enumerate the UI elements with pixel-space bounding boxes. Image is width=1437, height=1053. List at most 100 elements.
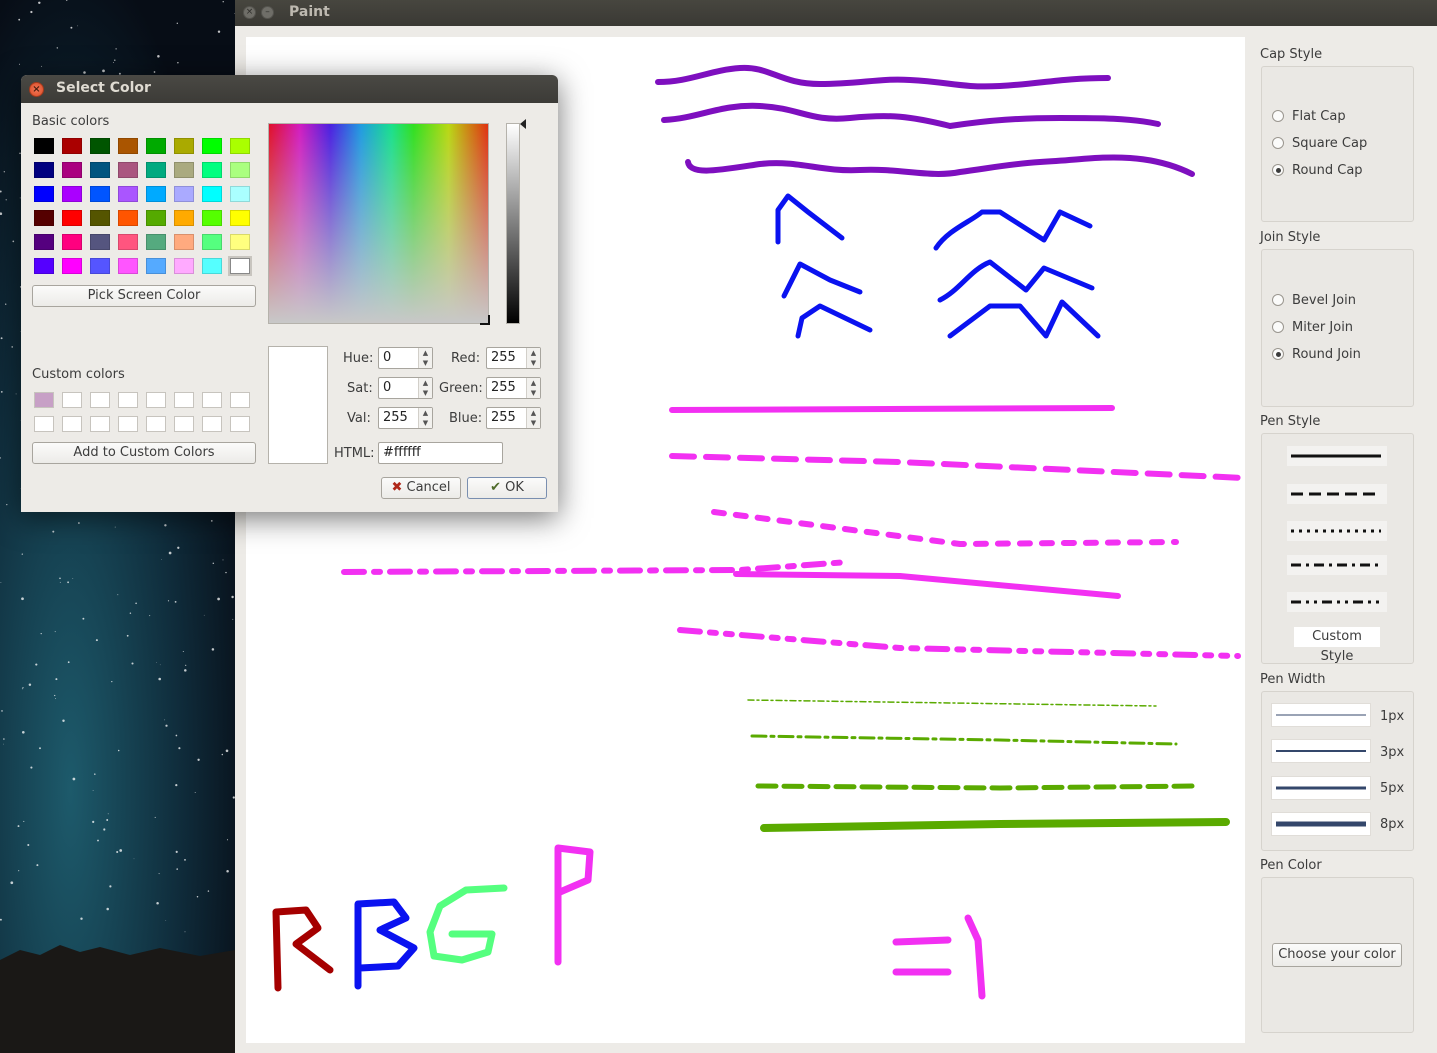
custom-color-swatch[interactable] xyxy=(90,392,110,408)
up-arrow-icon[interactable]: ▲ xyxy=(527,378,540,388)
basic-color-swatch[interactable] xyxy=(174,258,194,274)
up-arrow-icon[interactable]: ▲ xyxy=(419,348,432,358)
basic-color-swatch[interactable] xyxy=(146,210,166,226)
custom-color-swatch[interactable] xyxy=(90,416,110,432)
custom-color-swatch[interactable] xyxy=(34,416,54,432)
basic-color-swatch[interactable] xyxy=(34,234,54,250)
basic-color-swatch[interactable] xyxy=(118,186,138,202)
basic-color-swatch[interactable] xyxy=(146,162,166,178)
basic-color-swatch[interactable] xyxy=(230,138,250,154)
pen-style-dash-dot-dot[interactable] xyxy=(1287,592,1387,612)
down-arrow-icon[interactable]: ▼ xyxy=(419,358,432,368)
basic-color-swatch[interactable] xyxy=(202,138,222,154)
basic-color-swatch[interactable] xyxy=(202,186,222,202)
custom-color-swatch[interactable] xyxy=(62,392,82,408)
picker-crosshair[interactable] xyxy=(480,315,490,325)
up-arrow-icon[interactable]: ▲ xyxy=(527,408,540,418)
basic-color-swatch[interactable] xyxy=(174,186,194,202)
custom-style-button[interactable]: Custom Style xyxy=(1294,627,1380,664)
basic-color-swatch[interactable] xyxy=(202,210,222,226)
basic-color-swatch[interactable] xyxy=(62,258,82,274)
radio-round-cap[interactable]: Round Cap xyxy=(1272,161,1363,179)
basic-color-swatch[interactable] xyxy=(118,258,138,274)
basic-color-swatch[interactable] xyxy=(174,162,194,178)
pen-style-solid[interactable] xyxy=(1287,446,1387,466)
sat-spinbox[interactable]: 0 ▲ ▼ xyxy=(378,377,433,399)
basic-color-swatch[interactable] xyxy=(118,162,138,178)
basic-color-swatch[interactable] xyxy=(90,186,110,202)
basic-color-swatch[interactable] xyxy=(146,258,166,274)
radio-indicator[interactable] xyxy=(1272,294,1284,306)
basic-color-swatch[interactable] xyxy=(202,258,222,274)
basic-color-swatch[interactable] xyxy=(90,234,110,250)
spin-arrows[interactable]: ▲ ▼ xyxy=(418,348,432,368)
dialog-close-button[interactable]: × xyxy=(29,82,44,97)
up-arrow-icon[interactable]: ▲ xyxy=(419,378,432,388)
pen-style-dot[interactable] xyxy=(1287,521,1387,541)
value-slider[interactable] xyxy=(506,123,520,324)
value-slider-handle-icon[interactable] xyxy=(520,119,526,129)
cancel-button[interactable]: ✖ Cancel xyxy=(381,477,461,499)
basic-color-swatch[interactable] xyxy=(118,138,138,154)
spin-arrows[interactable]: ▲ ▼ xyxy=(526,378,540,398)
basic-color-swatch[interactable] xyxy=(146,138,166,154)
basic-color-swatch[interactable] xyxy=(174,138,194,154)
down-arrow-icon[interactable]: ▼ xyxy=(419,418,432,428)
add-to-custom-colors-button[interactable]: Add to Custom Colors xyxy=(32,442,256,464)
pen-style-dash-dot[interactable] xyxy=(1287,555,1387,575)
radio-indicator[interactable] xyxy=(1272,110,1284,122)
basic-color-swatch[interactable] xyxy=(34,186,54,202)
radio-indicator[interactable] xyxy=(1272,137,1284,149)
close-window-button[interactable]: × xyxy=(243,6,256,19)
custom-color-swatch[interactable] xyxy=(202,392,222,408)
pen-width-1px-swatch[interactable] xyxy=(1271,703,1371,727)
basic-color-swatch[interactable] xyxy=(146,234,166,250)
custom-color-swatch[interactable] xyxy=(146,416,166,432)
basic-color-swatch[interactable] xyxy=(34,162,54,178)
up-arrow-icon[interactable]: ▲ xyxy=(527,348,540,358)
basic-color-swatch[interactable] xyxy=(62,138,82,154)
basic-color-swatch[interactable] xyxy=(90,138,110,154)
basic-color-swatch[interactable] xyxy=(230,162,250,178)
basic-color-swatch[interactable] xyxy=(230,234,250,250)
spin-arrows[interactable]: ▲ ▼ xyxy=(526,408,540,428)
val-spinbox[interactable]: 255 ▲ ▼ xyxy=(378,407,433,429)
pick-screen-color-button[interactable]: Pick Screen Color xyxy=(32,285,256,307)
up-arrow-icon[interactable]: ▲ xyxy=(419,408,432,418)
custom-color-swatch[interactable] xyxy=(118,392,138,408)
basic-color-swatch[interactable] xyxy=(62,186,82,202)
hue-saturation-picker[interactable] xyxy=(268,123,489,324)
basic-color-swatch[interactable] xyxy=(34,138,54,154)
basic-color-swatch[interactable] xyxy=(90,162,110,178)
spin-arrows[interactable]: ▲ ▼ xyxy=(526,348,540,368)
radio-square-cap[interactable]: Square Cap xyxy=(1272,134,1367,152)
down-arrow-icon[interactable]: ▼ xyxy=(527,358,540,368)
radio-indicator[interactable] xyxy=(1272,164,1284,176)
basic-color-swatch[interactable] xyxy=(34,258,54,274)
spin-arrows[interactable]: ▲ ▼ xyxy=(418,378,432,398)
basic-color-swatch[interactable] xyxy=(174,210,194,226)
html-color-input[interactable]: #ffffff xyxy=(378,442,503,464)
choose-color-button[interactable]: Choose your color xyxy=(1272,943,1402,967)
radio-flat-cap[interactable]: Flat Cap xyxy=(1272,107,1346,125)
custom-color-swatch[interactable] xyxy=(230,392,250,408)
radio-miter-join[interactable]: Miter Join xyxy=(1272,318,1353,336)
custom-color-swatch[interactable] xyxy=(230,416,250,432)
basic-color-swatch[interactable] xyxy=(230,186,250,202)
pen-width-5px-swatch[interactable] xyxy=(1271,776,1371,800)
radio-bevel-join[interactable]: Bevel Join xyxy=(1272,291,1356,309)
custom-color-swatch[interactable] xyxy=(174,416,194,432)
basic-color-swatch[interactable] xyxy=(118,234,138,250)
basic-color-swatch[interactable] xyxy=(90,210,110,226)
basic-color-swatch[interactable] xyxy=(230,210,250,226)
radio-indicator[interactable] xyxy=(1272,321,1284,333)
basic-color-swatch[interactable] xyxy=(118,210,138,226)
hue-spinbox[interactable]: 0 ▲ ▼ xyxy=(378,347,433,369)
basic-color-swatch[interactable] xyxy=(174,234,194,250)
custom-color-swatch[interactable] xyxy=(202,416,222,432)
basic-color-swatch[interactable] xyxy=(62,162,82,178)
basic-color-swatch[interactable] xyxy=(228,256,252,276)
custom-color-swatch[interactable] xyxy=(146,392,166,408)
basic-color-swatch[interactable] xyxy=(146,186,166,202)
basic-color-swatch[interactable] xyxy=(202,234,222,250)
